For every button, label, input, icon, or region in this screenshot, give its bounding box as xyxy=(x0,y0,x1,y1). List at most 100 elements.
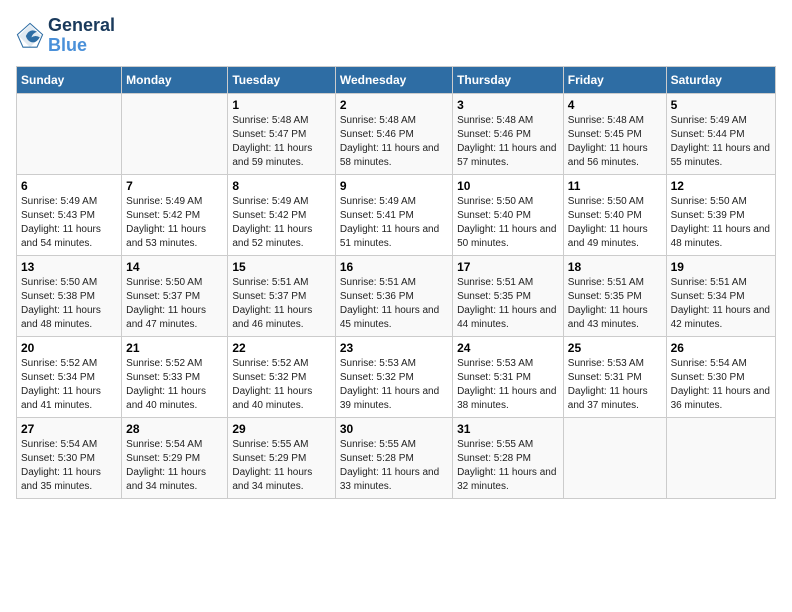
col-header-thursday: Thursday xyxy=(453,66,564,93)
day-number: 9 xyxy=(340,179,448,193)
day-number: 25 xyxy=(568,341,662,355)
day-number: 18 xyxy=(568,260,662,274)
day-info: Sunrise: 5:51 AMSunset: 5:34 PMDaylight:… xyxy=(671,276,771,332)
calendar-cell: 23Sunrise: 5:53 AMSunset: 5:32 PMDayligh… xyxy=(335,336,452,417)
calendar-cell: 20 Sunrise: 5:52 AMSunset: 5:34 PMDayligh… xyxy=(17,336,122,417)
day-info: Sunrise: 5:55 AMSunset: 5:29 PMDaylight:… xyxy=(232,438,330,494)
calendar-cell: 14 Sunrise: 5:50 AMSunset: 5:37 PMDayligh… xyxy=(122,255,228,336)
calendar-cell: 10Sunrise: 5:50 AMSunset: 5:40 PMDayligh… xyxy=(453,174,564,255)
day-info: Sunrise: 5:52 AMSunset: 5:32 PMDaylight:… xyxy=(232,357,330,413)
calendar-cell: 17 Sunrise: 5:51 AMSunset: 5:35 PMDayligh… xyxy=(453,255,564,336)
day-number: 16 xyxy=(340,260,448,274)
calendar-cell: 21Sunrise: 5:52 AMSunset: 5:33 PMDayligh… xyxy=(122,336,228,417)
calendar-cell: 2Sunrise: 5:48 AMSunset: 5:46 PMDaylight… xyxy=(335,93,452,174)
calendar-cell: 6 Sunrise: 5:49 AMSunset: 5:43 PMDaylight… xyxy=(17,174,122,255)
day-info: Sunrise: 5:51 AMSunset: 5:37 PMDaylight:… xyxy=(232,276,330,332)
day-number: 19 xyxy=(671,260,771,274)
day-info: Sunrise: 5:49 AMSunset: 5:42 PMDaylight:… xyxy=(232,195,330,251)
calendar-cell: 25 Sunrise: 5:53 AMSunset: 5:31 PMDayligh… xyxy=(563,336,666,417)
day-number: 28 xyxy=(126,422,223,436)
day-number: 22 xyxy=(232,341,330,355)
day-info: Sunrise: 5:48 AMSunset: 5:47 PMDaylight:… xyxy=(232,114,330,170)
day-info: Sunrise: 5:55 AMSunset: 5:28 PMDaylight:… xyxy=(457,438,559,494)
calendar-cell xyxy=(563,417,666,498)
calendar-cell: 1 Sunrise: 5:48 AMSunset: 5:47 PMDaylight… xyxy=(228,93,335,174)
calendar-header-row: SundayMondayTuesdayWednesdayThursdayFrid… xyxy=(17,66,776,93)
day-number: 12 xyxy=(671,179,771,193)
calendar-cell: 30 Sunrise: 5:55 AMSunset: 5:28 PMDayligh… xyxy=(335,417,452,498)
day-info: Sunrise: 5:55 AMSunset: 5:28 PMDaylight:… xyxy=(340,438,448,494)
day-info: Sunrise: 5:49 AMSunset: 5:44 PMDaylight:… xyxy=(671,114,771,170)
day-number: 8 xyxy=(232,179,330,193)
day-info: Sunrise: 5:49 AMSunset: 5:43 PMDaylight:… xyxy=(21,195,117,251)
calendar-cell: 24 Sunrise: 5:53 AMSunset: 5:31 PMDayligh… xyxy=(453,336,564,417)
day-info: Sunrise: 5:51 AMSunset: 5:36 PMDaylight:… xyxy=(340,276,448,332)
calendar-cell: 22 Sunrise: 5:52 AMSunset: 5:32 PMDayligh… xyxy=(228,336,335,417)
calendar-cell: 18 Sunrise: 5:51 AMSunset: 5:35 PMDayligh… xyxy=(563,255,666,336)
calendar-cell: 5Sunrise: 5:49 AMSunset: 5:44 PMDaylight… xyxy=(666,93,775,174)
day-number: 11 xyxy=(568,179,662,193)
calendar-cell: 28 Sunrise: 5:54 AMSunset: 5:29 PMDayligh… xyxy=(122,417,228,498)
day-info: Sunrise: 5:50 AMSunset: 5:38 PMDaylight:… xyxy=(21,276,117,332)
calendar-cell: 15 Sunrise: 5:51 AMSunset: 5:37 PMDayligh… xyxy=(228,255,335,336)
day-number: 21 xyxy=(126,341,223,355)
day-number: 24 xyxy=(457,341,559,355)
calendar-cell xyxy=(666,417,775,498)
day-info: Sunrise: 5:54 AMSunset: 5:29 PMDaylight:… xyxy=(126,438,223,494)
day-number: 4 xyxy=(568,98,662,112)
day-info: Sunrise: 5:50 AMSunset: 5:40 PMDaylight:… xyxy=(568,195,662,251)
day-info: Sunrise: 5:48 AMSunset: 5:46 PMDaylight:… xyxy=(457,114,559,170)
day-info: Sunrise: 5:54 AMSunset: 5:30 PMDaylight:… xyxy=(21,438,117,494)
day-info: Sunrise: 5:52 AMSunset: 5:34 PMDaylight:… xyxy=(21,357,117,413)
day-info: Sunrise: 5:49 AMSunset: 5:42 PMDaylight:… xyxy=(126,195,223,251)
calendar-cell: 4 Sunrise: 5:48 AMSunset: 5:45 PMDaylight… xyxy=(563,93,666,174)
col-header-wednesday: Wednesday xyxy=(335,66,452,93)
calendar-cell: 19 Sunrise: 5:51 AMSunset: 5:34 PMDayligh… xyxy=(666,255,775,336)
week-row-1: 1 Sunrise: 5:48 AMSunset: 5:47 PMDaylight… xyxy=(17,93,776,174)
calendar-cell: 26 Sunrise: 5:54 AMSunset: 5:30 PMDayligh… xyxy=(666,336,775,417)
day-number: 7 xyxy=(126,179,223,193)
day-number: 27 xyxy=(21,422,117,436)
day-info: Sunrise: 5:50 AMSunset: 5:39 PMDaylight:… xyxy=(671,195,771,251)
day-info: Sunrise: 5:48 AMSunset: 5:45 PMDaylight:… xyxy=(568,114,662,170)
day-number: 3 xyxy=(457,98,559,112)
calendar-cell xyxy=(122,93,228,174)
calendar-cell: 7 Sunrise: 5:49 AMSunset: 5:42 PMDaylight… xyxy=(122,174,228,255)
calendar-cell: 12 Sunrise: 5:50 AMSunset: 5:39 PMDayligh… xyxy=(666,174,775,255)
day-number: 29 xyxy=(232,422,330,436)
day-number: 10 xyxy=(457,179,559,193)
day-number: 15 xyxy=(232,260,330,274)
day-info: Sunrise: 5:54 AMSunset: 5:30 PMDaylight:… xyxy=(671,357,771,413)
calendar-cell xyxy=(17,93,122,174)
day-number: 2 xyxy=(340,98,448,112)
calendar-cell: 16 Sunrise: 5:51 AMSunset: 5:36 PMDayligh… xyxy=(335,255,452,336)
day-info: Sunrise: 5:53 AMSunset: 5:31 PMDaylight:… xyxy=(568,357,662,413)
logo: General Blue xyxy=(16,16,115,56)
day-info: Sunrise: 5:51 AMSunset: 5:35 PMDaylight:… xyxy=(457,276,559,332)
page-header: General Blue xyxy=(16,16,776,56)
day-number: 30 xyxy=(340,422,448,436)
day-number: 6 xyxy=(21,179,117,193)
week-row-3: 13 Sunrise: 5:50 AMSunset: 5:38 PMDayligh… xyxy=(17,255,776,336)
day-number: 20 xyxy=(21,341,117,355)
calendar-cell: 27 Sunrise: 5:54 AMSunset: 5:30 PMDayligh… xyxy=(17,417,122,498)
col-header-monday: Monday xyxy=(122,66,228,93)
col-header-tuesday: Tuesday xyxy=(228,66,335,93)
day-info: Sunrise: 5:53 AMSunset: 5:31 PMDaylight:… xyxy=(457,357,559,413)
day-info: Sunrise: 5:51 AMSunset: 5:35 PMDaylight:… xyxy=(568,276,662,332)
week-row-4: 20 Sunrise: 5:52 AMSunset: 5:34 PMDayligh… xyxy=(17,336,776,417)
day-info: Sunrise: 5:50 AMSunset: 5:37 PMDaylight:… xyxy=(126,276,223,332)
day-number: 13 xyxy=(21,260,117,274)
calendar-cell: 3 Sunrise: 5:48 AMSunset: 5:46 PMDaylight… xyxy=(453,93,564,174)
day-number: 14 xyxy=(126,260,223,274)
day-number: 23 xyxy=(340,341,448,355)
calendar-cell: 31Sunrise: 5:55 AMSunset: 5:28 PMDayligh… xyxy=(453,417,564,498)
day-number: 26 xyxy=(671,341,771,355)
calendar-cell: 9Sunrise: 5:49 AMSunset: 5:41 PMDaylight… xyxy=(335,174,452,255)
week-row-2: 6 Sunrise: 5:49 AMSunset: 5:43 PMDaylight… xyxy=(17,174,776,255)
logo-text: General Blue xyxy=(48,16,115,56)
logo-icon xyxy=(16,22,44,50)
calendar-table: SundayMondayTuesdayWednesdayThursdayFrid… xyxy=(16,66,776,499)
day-number: 17 xyxy=(457,260,559,274)
day-number: 1 xyxy=(232,98,330,112)
